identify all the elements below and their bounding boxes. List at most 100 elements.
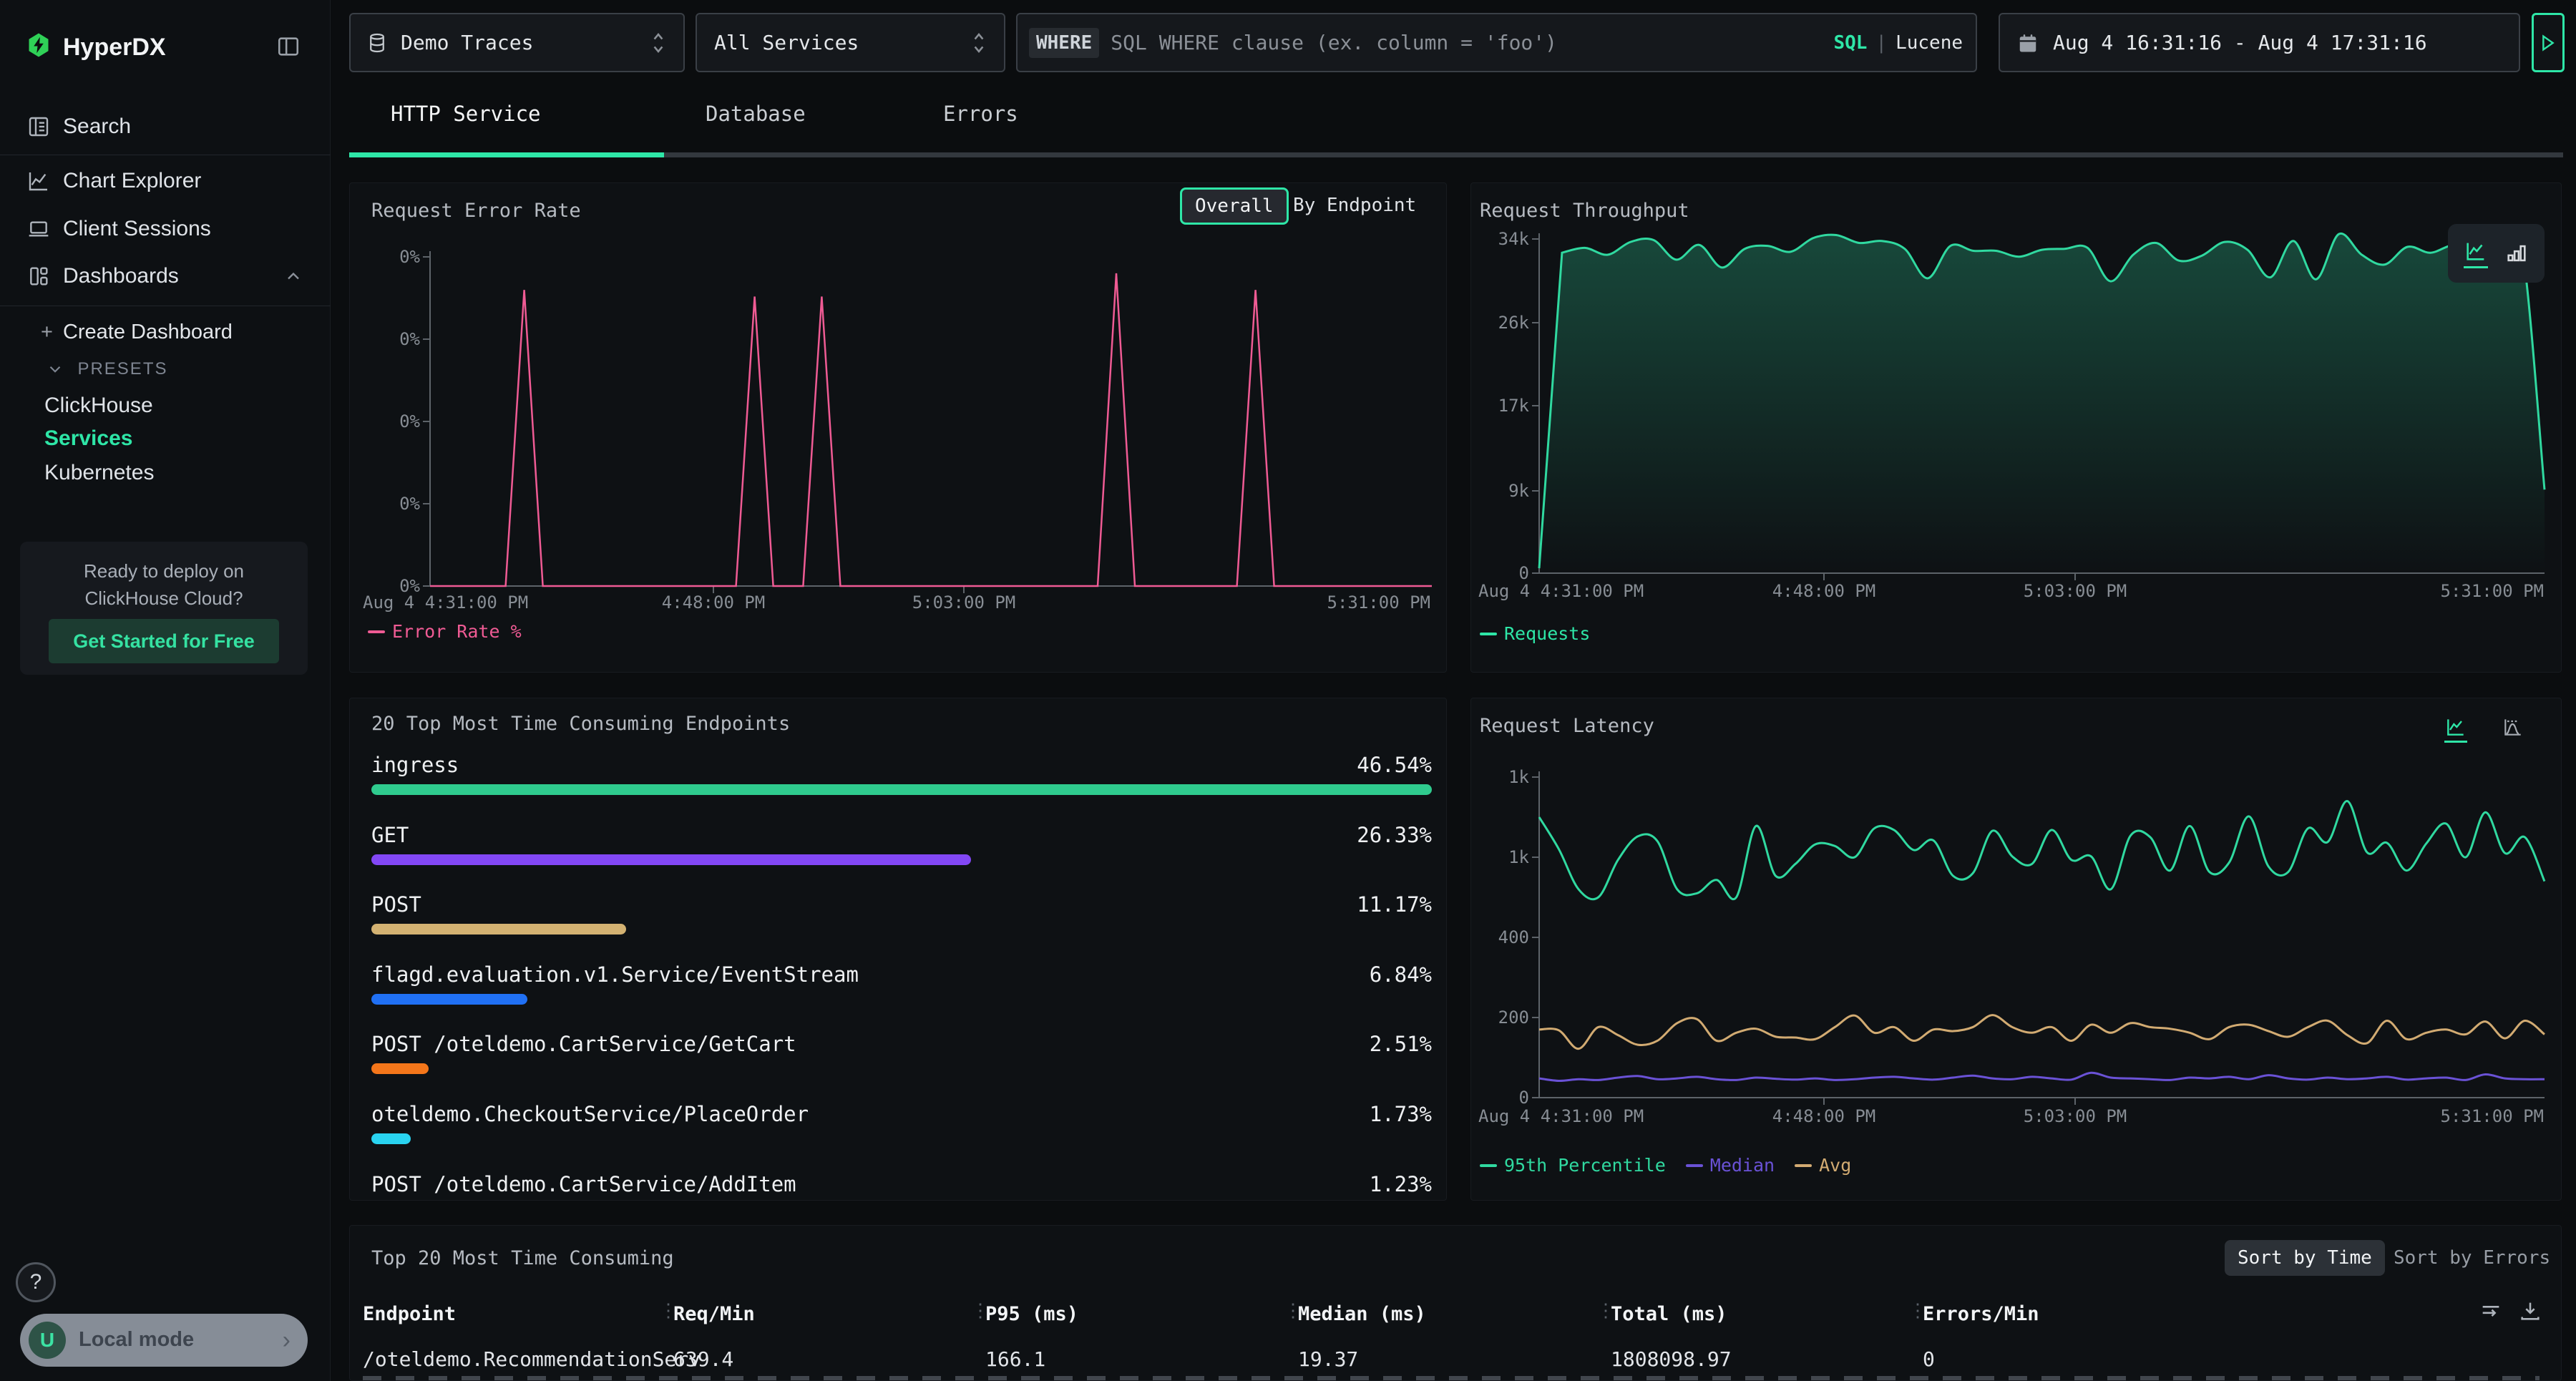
search-bar[interactable]: WHERE SQL | Lucene (1016, 13, 1977, 72)
y-tick-label: 1k (1470, 847, 1529, 867)
help-button[interactable]: ? (16, 1262, 56, 1302)
endpoint-value: 1.23% (1370, 1172, 1432, 1196)
sidebar-item-label: Client Sessions (63, 217, 211, 241)
service-select[interactable]: All Services (696, 13, 1005, 72)
column-header[interactable]: Median (ms) (1298, 1303, 1426, 1325)
endpoint-label: POST /oteldemo.CartService/GetCart (371, 1032, 796, 1056)
source-select[interactable]: Demo Traces (349, 13, 685, 72)
endpoint-bar[interactable] (371, 924, 626, 935)
app-title: HyperDX (63, 34, 166, 62)
sidebar: HyperDX Search Chart Explorer Client Ses… (0, 0, 331, 1381)
plus-icon: + (41, 321, 53, 343)
lucene-mode-toggle[interactable]: Lucene (1896, 32, 1963, 54)
table-cell[interactable]: 0 (1923, 1347, 1935, 1371)
select-chevrons-icon (970, 29, 988, 57)
table-cell[interactable]: /oteldemo.RecommendationServ (363, 1347, 701, 1371)
line-chart-toggle-icon[interactable] (2464, 239, 2488, 268)
download-csv-icon[interactable] (2518, 1299, 2542, 1323)
endpoint-value: 26.33% (1357, 823, 1432, 847)
sidebar-item-search[interactable]: Search (0, 104, 331, 150)
clickhouse-cloud-promo: Ready to deploy on ClickHouse Cloud? Get… (20, 542, 308, 675)
collapse-sidebar-icon[interactable] (276, 34, 301, 59)
database-icon (366, 32, 388, 54)
y-tick-label: 9k (1470, 481, 1529, 501)
endpoint-value: 46.54% (1357, 753, 1432, 777)
tab-http-service[interactable]: HTTP Service (391, 102, 541, 126)
endpoint-row: POST11.17% (371, 892, 1432, 937)
x-tick-label: 5:03:00 PM (2024, 1106, 2127, 1126)
x-tick-label: 4:48:00 PM (1772, 1106, 1876, 1126)
user-label: Local mode (79, 1328, 194, 1352)
column-header[interactable]: Errors/Min (1923, 1303, 2039, 1325)
endpoint-bar[interactable] (371, 1063, 429, 1074)
select-chevrons-icon (649, 29, 668, 57)
endpoint-bar[interactable] (371, 784, 1432, 795)
endpoint-bar[interactable] (371, 854, 971, 865)
bar-chart-toggle-icon[interactable] (2504, 241, 2529, 265)
x-tick-label: Aug 4 4:31:00 PM (1478, 581, 1644, 601)
x-tick-label: Aug 4 4:31:00 PM (363, 592, 528, 613)
y-tick-label: 34k (1470, 229, 1529, 249)
get-started-button[interactable]: Get Started for Free (49, 619, 279, 663)
avatar: U (29, 1322, 66, 1359)
create-dashboard-button[interactable]: +Create Dashboard (41, 321, 233, 344)
date-range-picker[interactable]: Aug 4 16:31:16 - Aug 4 17:31:16 (1999, 13, 2520, 72)
search-logs-icon (26, 114, 51, 139)
sidebar-item-client-sessions[interactable]: Client Sessions (0, 206, 331, 252)
error-rate-panel: Request Error Rate Overall By Endpoint E… (349, 182, 1447, 673)
table-cell[interactable]: 639.4 (673, 1347, 733, 1371)
sort-by-time-button[interactable]: Sort by Time (2225, 1240, 2385, 1276)
tab-active-underline (349, 152, 664, 157)
presets-toggle[interactable]: PRESETS (46, 359, 167, 379)
table-cell[interactable]: 1808098.97 (1611, 1347, 1732, 1371)
endpoint-bar[interactable] (371, 994, 527, 1005)
endpoint-row: POST /oteldemo.CartService/AddItem 1.23% (371, 1172, 1432, 1201)
sidebar-item-services[interactable]: Services (44, 426, 132, 451)
y-tick-label: 0% (360, 411, 420, 431)
column-header[interactable]: Total (ms) (1611, 1303, 1727, 1325)
endpoint-value: 2.51% (1370, 1032, 1432, 1056)
sidebar-item-chart-explorer[interactable]: Chart Explorer (0, 158, 331, 204)
x-tick-label: Aug 4 4:31:00 PM (1478, 1106, 1644, 1126)
y-tick-label: 17k (1470, 396, 1529, 416)
user-menu[interactable]: U Local mode › (20, 1314, 308, 1367)
y-tick-label: 0% (360, 494, 420, 514)
promo-line1: Ready to deploy on (20, 557, 308, 585)
column-header[interactable]: Req/Min (673, 1303, 755, 1325)
x-tick-label: 4:48:00 PM (1772, 581, 1876, 601)
endpoint-value: 1.73% (1370, 1102, 1432, 1126)
date-range-value: Aug 4 16:31:16 - Aug 4 17:31:16 (2053, 31, 2427, 54)
sidebar-item-kubernetes[interactable]: Kubernetes (44, 461, 154, 485)
hyperdx-logo-icon (26, 32, 52, 58)
sidebar-item-label: Chart Explorer (63, 169, 201, 193)
endpoint-label: GET (371, 823, 409, 847)
search-input[interactable] (1109, 30, 1833, 55)
chevron-right-icon: › (283, 1327, 291, 1355)
sql-mode-toggle[interactable]: SQL (1833, 32, 1867, 54)
panel-title: Top 20 Most Time Consuming (371, 1247, 674, 1269)
endpoint-label: POST /oteldemo.CartService/AddItem (371, 1172, 796, 1196)
sort-by-errors-button[interactable]: Sort by Errors (2394, 1247, 2550, 1269)
expand-rows-icon[interactable] (2479, 1299, 2503, 1323)
endpoint-row: oteldemo.CheckoutService/PlaceOrder1.73% (371, 1102, 1432, 1146)
endpoint-bar[interactable] (371, 1133, 411, 1144)
sidebar-item-dashboards[interactable]: Dashboards (0, 253, 331, 299)
presets-label: PRESETS (77, 359, 167, 379)
chart-explorer-icon (26, 169, 51, 193)
sidebar-item-label: Dashboards (63, 264, 179, 288)
legend-dash (1480, 633, 1497, 635)
column-header[interactable]: Endpoint (363, 1303, 456, 1325)
tab-underline-track (349, 152, 2563, 157)
tab-database[interactable]: Database (706, 102, 806, 126)
endpoint-row: ingress46.54% (371, 753, 1432, 797)
run-query-button[interactable] (2532, 13, 2565, 72)
endpoint-label: POST (371, 892, 421, 917)
y-tick-label: 1k (1470, 767, 1529, 787)
panel-title: 20 Top Most Time Consuming Endpoints (371, 713, 790, 735)
column-header[interactable]: P95 (ms) (985, 1303, 1078, 1325)
table-cell[interactable]: 166.1 (985, 1347, 1045, 1371)
table-cell[interactable]: 19.37 (1298, 1347, 1358, 1371)
tab-errors[interactable]: Errors (943, 102, 1018, 126)
endpoint-label: flagd.evaluation.v1.Service/EventStream (371, 962, 859, 987)
sidebar-item-clickhouse[interactable]: ClickHouse (44, 394, 153, 418)
